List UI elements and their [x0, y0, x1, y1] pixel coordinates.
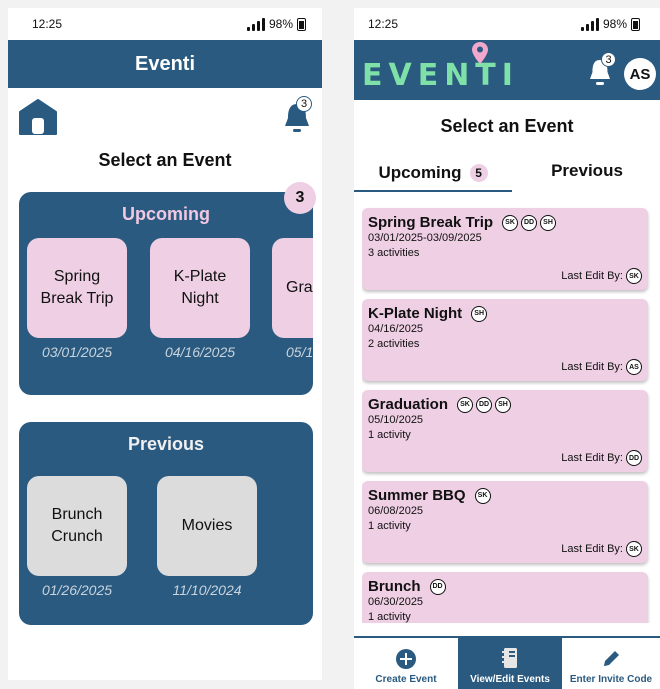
- editor-initials-badge: SK: [626, 541, 642, 557]
- editor-initials-badge: AS: [626, 359, 642, 375]
- upcoming-section-title: Upcoming: [122, 204, 210, 224]
- event-card[interactable]: K-Plate Night: [150, 238, 250, 338]
- member-initials-badge: DD: [521, 214, 538, 231]
- status-time: 12:25: [32, 17, 63, 31]
- event-card[interactable]: Movies: [157, 476, 257, 576]
- member-initials-badge: SH: [471, 305, 488, 322]
- upcoming-count-badge: 5: [469, 164, 488, 182]
- event-date: 01/26/2025: [41, 582, 113, 598]
- tab-upcoming[interactable]: Upcoming 5: [354, 156, 512, 192]
- event-activities: 2 activities: [368, 338, 420, 350]
- upcoming-count-badge: 3: [284, 182, 316, 214]
- upcoming-card-row[interactable]: Spring Break Trip 03/01/2025 K-Plate Nig…: [27, 238, 313, 368]
- member-initials-badge: SH: [495, 396, 512, 413]
- event-name: K-Plate Night: [368, 305, 463, 322]
- notifications-button[interactable]: 3: [280, 96, 314, 136]
- editor-initials-badge: DD: [626, 450, 642, 466]
- event-card[interactable]: Brunch Crunch: [27, 476, 127, 576]
- nav-view-edit-events[interactable]: View/Edit Events: [458, 638, 562, 689]
- notifications-button[interactable]: 3: [586, 52, 616, 88]
- last-edit-info: Last Edit By: DD: [561, 450, 642, 466]
- event-dates: 06/08/2025: [368, 505, 424, 517]
- battery-percent: 98%: [602, 17, 627, 31]
- nav-enter-invite-code[interactable]: Enter Invite Code: [562, 638, 660, 689]
- left-phone-screen: 12:25 98% Eventi 3 Select an Event Upcom…: [8, 8, 322, 680]
- event-name: Summer BBQ: [368, 487, 466, 504]
- tab-previous[interactable]: Previous: [514, 153, 660, 189]
- header-title: Eventi: [134, 52, 196, 75]
- eventi-logo[interactable]: EVENTI: [362, 58, 519, 93]
- member-initials-badge: SK: [502, 214, 519, 231]
- event-activities: 1 activity: [368, 611, 411, 623]
- event-date: 03/01/2025: [41, 344, 113, 360]
- signal-icon: [246, 17, 265, 31]
- last-edit-info: Last Edit By: AS: [561, 359, 642, 375]
- event-list[interactable]: Spring Break Trip SK DD SH 03/01/2025-03…: [362, 204, 652, 623]
- event-date: 05/1: [286, 344, 313, 360]
- member-initials-badge: SK: [457, 396, 474, 413]
- event-activities: 1 activity: [368, 429, 411, 441]
- event-name: Brunch: [368, 578, 421, 595]
- previous-card-row[interactable]: Brunch Crunch 01/26/2025 Movies 11/10/20…: [27, 476, 313, 606]
- event-dates: 06/30/2025: [368, 596, 424, 608]
- user-avatar[interactable]: AS: [624, 58, 656, 90]
- signal-icon: [580, 17, 599, 31]
- app-header: Eventi: [8, 40, 322, 88]
- member-initials-badge: DD: [476, 396, 493, 413]
- event-card[interactable]: Gra: [272, 238, 313, 338]
- event-activities: 1 activity: [368, 520, 411, 532]
- event-tabs: Upcoming 5 Previous: [354, 156, 660, 192]
- upcoming-section: Upcoming Spring Break Trip 03/01/2025 K-…: [19, 192, 313, 395]
- event-list-item[interactable]: Graduation SK DD SH 05/10/2025 1 activit…: [362, 390, 648, 472]
- event-dates: 03/01/2025-03/09/2025: [368, 232, 482, 244]
- right-phone-screen: 12:25 98% EVENTI 3 AS Select an Event Up…: [354, 8, 660, 689]
- status-bar: 12:25 98%: [354, 8, 660, 40]
- event-name: Graduation: [368, 396, 449, 413]
- event-date: 11/10/2024: [172, 582, 242, 598]
- status-bar: 12:25 98%: [8, 8, 322, 40]
- pencil-icon: [604, 651, 619, 666]
- event-activities: 3 activities: [368, 247, 420, 259]
- status-time: 12:25: [368, 17, 399, 31]
- member-initials-badge: SH: [540, 214, 557, 231]
- event-date: 04/16/2025: [164, 344, 236, 360]
- event-list-item[interactable]: Spring Break Trip SK DD SH 03/01/2025-03…: [362, 208, 648, 290]
- last-edit-info: Last Edit By: SK: [561, 268, 642, 284]
- last-edit-info: Last Edit By: SK: [561, 541, 642, 557]
- editor-initials-badge: SK: [626, 268, 642, 284]
- plus-circle-icon: [396, 649, 416, 669]
- bottom-navigation: Create Event View/Edit Events Enter Invi…: [354, 636, 660, 689]
- event-list-item[interactable]: Brunch DD 06/30/2025 1 activity: [362, 572, 648, 623]
- member-initials-badge: SK: [474, 487, 491, 504]
- event-card[interactable]: Spring Break Trip: [27, 238, 127, 338]
- app-header: EVENTI 3 AS: [354, 40, 660, 100]
- location-pin-icon: [472, 42, 488, 64]
- event-list-item[interactable]: K-Plate Night SH 04/16/2025 2 activities…: [362, 299, 648, 381]
- battery-icon: [297, 17, 306, 31]
- battery-percent: 98%: [268, 17, 293, 31]
- event-name: Spring Break Trip: [368, 214, 494, 231]
- page-title: Select an Event: [98, 150, 232, 170]
- notification-count-badge: 3: [601, 52, 616, 67]
- notification-count-badge: 3: [296, 96, 312, 112]
- previous-section-title: Previous: [127, 434, 205, 454]
- event-list-item[interactable]: Summer BBQ SK 06/08/2025 1 activity Last…: [362, 481, 648, 563]
- event-dates: 04/16/2025: [368, 323, 424, 335]
- home-icon[interactable]: [18, 98, 58, 136]
- event-dates: 05/10/2025: [368, 414, 424, 426]
- battery-icon: [631, 17, 640, 31]
- notebook-icon: [502, 648, 517, 668]
- previous-section: Previous Brunch Crunch 01/26/2025 Movies…: [19, 422, 313, 625]
- page-title: Select an Event: [440, 116, 574, 136]
- member-initials-badge: DD: [429, 578, 446, 595]
- nav-create-event[interactable]: Create Event: [354, 638, 458, 689]
